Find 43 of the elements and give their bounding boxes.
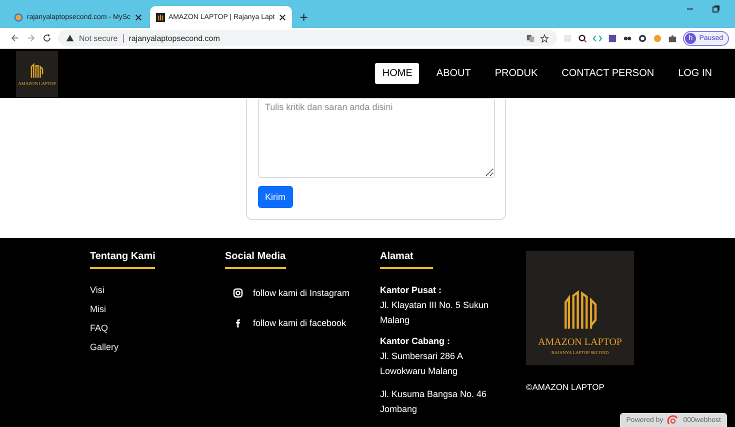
star-icon[interactable] xyxy=(540,34,550,42)
nav-link[interactable]: CONTACT PERSON xyxy=(554,63,662,84)
address-bar[interactable]: Not secure rajanyalaptopsecond.com xyxy=(58,30,558,46)
new-tab-button[interactable]: + xyxy=(300,9,308,25)
facebook-icon xyxy=(233,318,243,328)
office-title: Kantor Pusat : xyxy=(380,285,443,295)
nav-link[interactable]: HOME xyxy=(375,63,420,84)
security-label: Not secure xyxy=(79,34,118,42)
footer-link[interactable]: Misi xyxy=(90,304,225,314)
nav-link[interactable]: LOG IN xyxy=(671,63,719,84)
host-logo-icon xyxy=(667,415,680,425)
footer-heading: Alamat xyxy=(380,251,433,269)
brand-name: AMAZON LAPTOP xyxy=(538,337,622,348)
globe-icon xyxy=(14,12,23,22)
close-icon[interactable] xyxy=(278,14,286,20)
magnifier-icon[interactable] xyxy=(578,34,588,42)
footer-link[interactable]: FAQ xyxy=(90,323,225,333)
footer-link[interactable]: Visi xyxy=(90,285,225,295)
office-title: Kantor Cabang : xyxy=(380,336,452,346)
warning-icon xyxy=(66,34,74,42)
office-address: Jl. Sumbersari 286 A Lowokwaru Malang xyxy=(380,350,464,378)
footer-heading: Social Media xyxy=(225,251,286,269)
submit-button[interactable]: Kirim xyxy=(258,186,292,208)
copyright-text: ©AMAZON LAPTOP xyxy=(526,382,606,392)
logo-icon xyxy=(156,12,164,22)
glasses-icon[interactable] xyxy=(623,34,632,42)
office-address: Jl. Klayatan III No. 5 Sukun Malang xyxy=(380,299,490,327)
reload-icon[interactable] xyxy=(42,33,52,43)
footer-link[interactable]: Gallery xyxy=(90,342,225,352)
extension-icon[interactable] xyxy=(608,34,618,42)
code-icon[interactable] xyxy=(593,34,602,42)
social-link[interactable]: follow kami di facebook xyxy=(253,318,346,328)
office-address: Jl. Kusuma Bangsa No. 46 Jombang xyxy=(380,388,488,416)
close-icon[interactable] xyxy=(134,14,142,20)
restore-icon[interactable] xyxy=(711,4,721,14)
back-icon[interactable] xyxy=(10,33,20,43)
url-text: rajanyalaptopsecond.com xyxy=(128,34,220,42)
social-link[interactable]: follow kami di Instagram xyxy=(253,288,350,298)
instagram-icon xyxy=(233,288,243,298)
nav-link[interactable]: PRODUK xyxy=(488,63,545,84)
feedback-textarea[interactable]: Tulis kritik dan saran anda disini xyxy=(258,98,495,178)
footer-heading: Tentang Kami xyxy=(90,251,156,269)
nav-link[interactable]: ABOUT xyxy=(429,63,478,84)
